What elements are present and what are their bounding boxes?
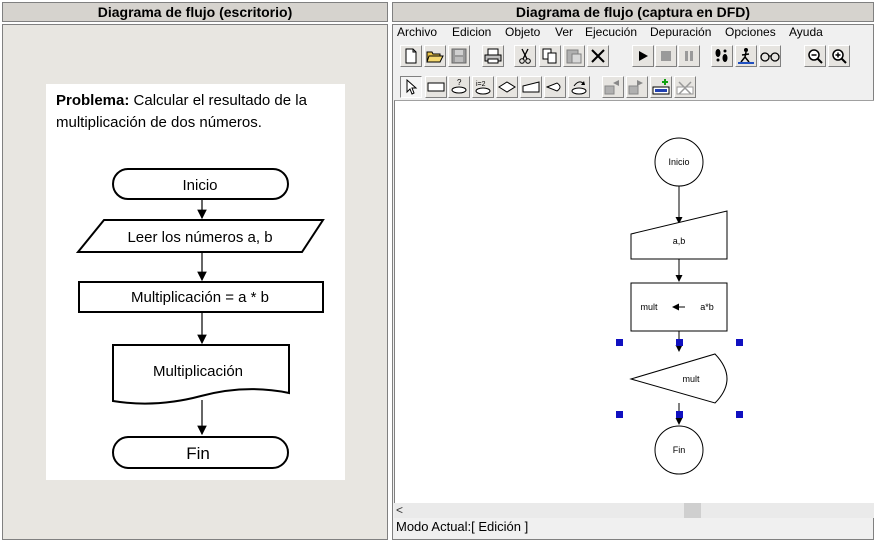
delete-button[interactable] — [587, 45, 609, 67]
stop-button[interactable] — [655, 45, 677, 67]
read-icon — [522, 81, 540, 93]
dfd-assign-var: mult — [640, 302, 658, 312]
selection-handle-n[interactable] — [676, 339, 683, 346]
open-folder-icon — [426, 51, 444, 63]
for-loop-tool[interactable]: i=2 — [472, 76, 494, 98]
step-button[interactable] — [711, 45, 733, 67]
new-file-button[interactable] — [400, 45, 422, 67]
dfd-write-shape[interactable] — [629, 353, 728, 404]
write-icon — [546, 82, 561, 92]
cut-button[interactable] — [514, 45, 536, 67]
print-button[interactable] — [482, 45, 504, 67]
end-label: Fin — [186, 444, 210, 463]
horizontal-scrollbar[interactable]: < — [394, 503, 874, 518]
open-button[interactable] — [424, 45, 446, 67]
delete-icon — [591, 49, 605, 63]
pause-button[interactable] — [678, 45, 700, 67]
decision-tool[interactable] — [496, 76, 518, 98]
paste-icon — [566, 49, 582, 64]
copy-icon — [542, 48, 557, 64]
read-tool[interactable] — [520, 76, 542, 98]
dfd-write-label: mult — [682, 374, 700, 384]
start-label: Inicio — [182, 177, 217, 194]
svg-text:?: ? — [457, 78, 462, 87]
subprogram-icon — [571, 81, 587, 95]
dfd-read-label: a,b — [673, 236, 686, 246]
cycle-tool[interactable]: ? — [448, 76, 470, 98]
decision-icon — [498, 81, 516, 93]
assignment-tool[interactable] — [425, 76, 447, 98]
left-panel-title: Diagrama de flujo (escritorio) — [2, 2, 388, 22]
svg-text:i=2: i=2 — [476, 81, 486, 88]
run-to-cursor-icon — [738, 48, 754, 64]
input-label: Leer los números a, b — [127, 229, 272, 246]
watch-icon — [760, 52, 780, 62]
add-watch-button[interactable] — [650, 76, 672, 98]
cut-icon — [519, 48, 531, 64]
subprogram-tool[interactable] — [568, 76, 590, 98]
menu-edicion[interactable]: Edicion — [452, 25, 491, 39]
selection-handle-nw[interactable] — [616, 339, 623, 346]
remove-watch-button[interactable] — [674, 76, 696, 98]
write-tool[interactable] — [544, 76, 566, 98]
zoom-in-button[interactable] — [828, 45, 850, 67]
run-button[interactable] — [632, 45, 654, 67]
stop-icon — [661, 51, 671, 61]
print-icon — [484, 48, 502, 64]
menu-opciones[interactable]: Opciones — [725, 25, 776, 39]
status-bar: Modo Actual:[ Edición ] — [396, 519, 529, 534]
menu-ver[interactable]: Ver — [555, 25, 573, 39]
desktop-flowchart-page: Problema: Calcular el resultado de la mu… — [46, 84, 345, 480]
dfd-assign-expr: a*b — [700, 302, 714, 312]
remove-watch-icon — [676, 81, 694, 95]
selection-handle-se[interactable] — [736, 411, 743, 418]
step-icon — [715, 49, 728, 62]
selection-handle-ne[interactable] — [736, 339, 743, 346]
scroll-left-arrow[interactable]: < — [396, 503, 403, 518]
dfd-flowchart: Inicio a,b mult a*b mult Fin — [616, 137, 743, 475]
save-button[interactable] — [448, 45, 470, 67]
process-label: Multiplicación = a * b — [131, 289, 269, 306]
selection-handle-s[interactable] — [676, 411, 683, 418]
menu-ejecucion[interactable]: Ejecución — [585, 25, 637, 39]
dfd-end-label: Fin — [673, 445, 686, 455]
step-back-icon — [604, 80, 619, 95]
desktop-flowchart: Inicio Leer los números a, b Multiplicac… — [75, 168, 325, 469]
new-file-icon — [405, 48, 417, 64]
menu-archivo[interactable]: Archivo — [397, 25, 437, 39]
copy-button[interactable] — [539, 45, 561, 67]
output-label: Multiplicación — [153, 363, 243, 380]
step-forward-icon — [628, 80, 643, 95]
assignment-icon — [427, 82, 445, 92]
pointer-tool[interactable] — [400, 76, 422, 98]
pointer-icon — [406, 79, 418, 95]
zoom-in-icon — [832, 49, 847, 64]
menu-objeto[interactable]: Objeto — [505, 25, 540, 39]
cycle-icon: ? — [451, 78, 467, 94]
paste-button[interactable] — [563, 45, 585, 67]
scrollbar-thumb[interactable] — [684, 503, 701, 518]
for-loop-icon: i=2 — [475, 81, 491, 95]
step-forward-button[interactable] — [626, 76, 648, 98]
right-panel-title: Diagrama de flujo (captura en DFD) — [392, 2, 874, 22]
zoom-out-button[interactable] — [804, 45, 826, 67]
watch-button[interactable] — [759, 45, 781, 67]
add-watch-icon — [652, 79, 670, 95]
save-icon — [451, 48, 467, 64]
dfd-start-label: Inicio — [668, 157, 689, 167]
run-icon — [639, 51, 648, 61]
dfd-canvas[interactable]: Inicio a,b mult a*b mult Fin — [394, 100, 874, 503]
pause-icon — [685, 51, 693, 61]
run-to-cursor-button[interactable] — [735, 45, 757, 67]
step-back-button[interactable] — [602, 76, 624, 98]
selection-handle-sw[interactable] — [616, 411, 623, 418]
menu-ayuda[interactable]: Ayuda — [789, 25, 823, 39]
zoom-out-icon — [808, 49, 823, 64]
menu-depuracion[interactable]: Depuración — [650, 25, 711, 39]
